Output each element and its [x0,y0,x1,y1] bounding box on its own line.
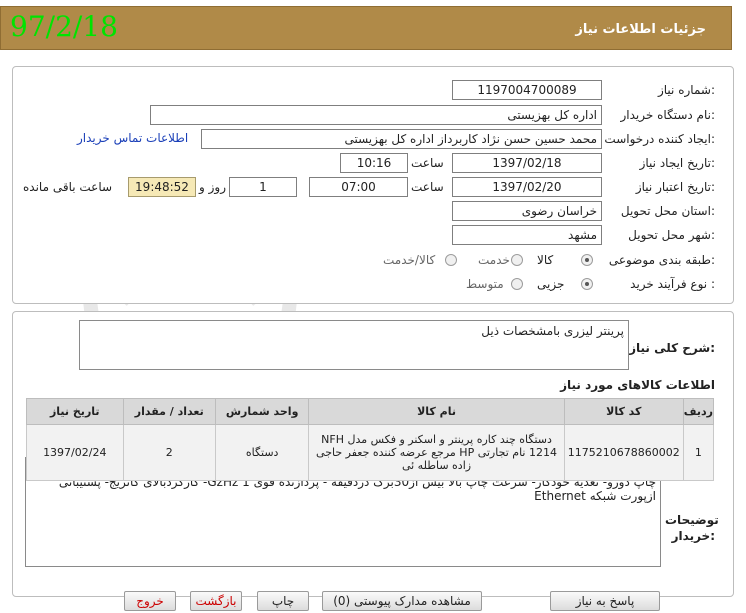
header-date: 97/2/18 [10,10,118,43]
goods-section-title: اطلاعات کالاهای مورد نیاز [560,378,715,392]
valid-date-label: تاریخ اعتبار نیاز: [635,180,715,194]
page-header: جزئیات اطلاعات نیاز 97/2/18 [0,0,746,58]
col-qty: تعداد / مقدار [122,398,217,425]
category-label: طبقه بندی موضوعی: [608,253,715,267]
table-row: 1 1175210678860002 دستگاه چند کاره پرینت… [26,424,715,481]
province-label: استان محل تحویل: [620,204,715,218]
col-date: تاریخ نیاز [26,398,124,425]
category-goods-radio[interactable] [581,254,593,266]
city-label: شهر محل تحویل: [628,228,715,242]
valid-time-label: ساعت [411,180,444,194]
notes-label: توضیحات خریدار: [665,513,719,543]
need-number-field: 1197004700089 [452,80,602,100]
col-code: کد کالا [563,398,684,425]
province-field: خراسان رضوی [452,201,602,221]
created-date-field: 1397/02/18 [452,153,602,173]
col-unit: واحد شمارش [215,398,310,425]
category-both-option: کالا/خدمت [383,253,436,267]
process-minor-option: جزیی [537,277,565,291]
buyer-org-label: نام دستگاه خریدار: [620,108,716,122]
category-service-option: خدمت [478,253,510,267]
city-field: مشهد [452,225,602,245]
category-goods-option: کالا [537,253,554,267]
process-label: نوع فرآیند خرید : [630,277,715,291]
remaining-days-field: 1 [229,177,297,197]
cell-name: دستگاه چند کاره پرینتر و اسکنر و فکس مدل… [308,424,565,481]
days-label: روز و [199,180,226,194]
remaining-timer: 19:48:52 [128,177,196,197]
col-name: نام کالا [308,398,565,425]
cell-qty: 2 [122,424,217,481]
remaining-label: ساعت باقی مانده [23,180,113,194]
cell-date: 1397/02/24 [26,424,124,481]
cell-code: 1175210678860002 [563,424,684,481]
print-button[interactable]: چاپ [257,591,309,611]
requester-field: محمد حسین حسن نژاد کاربرداز اداره کل بهز… [201,129,602,149]
col-row: ردیف [682,398,715,425]
goods-table-header: ردیف کد کالا نام کالا واحد شمارش تعداد /… [26,398,715,425]
valid-time-field: 07:00 [309,177,408,197]
need-info-panel: شماره نیاز: 1197004700089 نام دستگاه خری… [12,66,734,304]
exit-button[interactable]: خروج [124,591,176,611]
reply-button[interactable]: پاسخ به نیاز [550,591,660,611]
attachments-button[interactable]: مشاهده مدارک پیوستی (0) [322,591,482,611]
buyer-contact-link[interactable]: اطلاعات تماس خریدار [77,131,188,145]
summary-label: شرح کلی نیاز: [629,341,715,355]
created-date-label: تاریخ ایجاد نیاز: [639,156,715,170]
page-title: جزئیات اطلاعات نیاز [575,22,706,37]
summary-textarea[interactable]: پرینتر لیزری بامشخصات ذیل [79,320,629,370]
requester-label: ایجاد کننده درخواست: [604,132,715,146]
created-time-field: 10:16 [340,153,408,173]
back-button[interactable]: بازگشت [190,591,242,611]
process-minor-radio[interactable] [581,278,593,290]
category-service-radio[interactable] [511,254,523,266]
created-time-label: ساعت [411,156,444,170]
cell-unit: دستگاه [215,424,310,481]
cell-row: 1 [682,424,715,481]
goods-table: ردیف کد کالا نام کالا واحد شمارش تعداد /… [26,398,715,481]
category-both-radio[interactable] [445,254,457,266]
process-medium-radio[interactable] [511,278,523,290]
process-medium-option: متوسط [466,277,504,291]
valid-date-field: 1397/02/20 [452,177,602,197]
buyer-org-field: اداره کل بهزیستی [150,105,602,125]
need-number-label: شماره نیاز: [657,83,715,97]
